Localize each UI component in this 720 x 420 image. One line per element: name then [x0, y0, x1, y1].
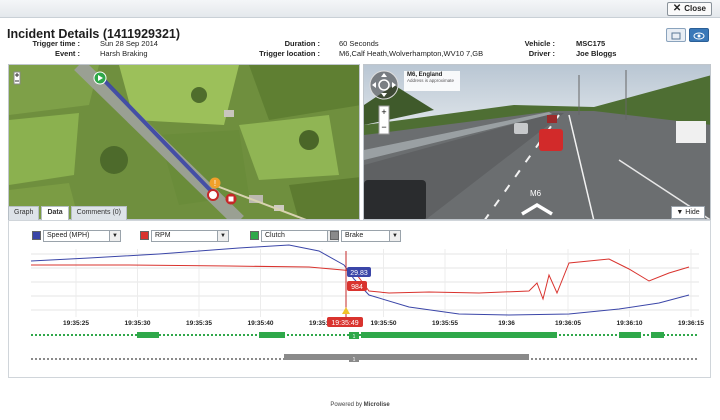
time-tick-label: 19:36:10	[616, 320, 642, 327]
vehicle-value: MSC175	[576, 39, 606, 48]
street-view-button[interactable]	[689, 28, 709, 42]
dropdown-arrow-icon: ▼	[389, 230, 400, 241]
clutch-segment	[361, 332, 557, 338]
time-tick-label: 19:35:50	[370, 320, 396, 327]
speed-value-label: 29.83	[350, 270, 368, 277]
window-titlebar: ✕ Close	[0, 0, 720, 18]
telemetry-chart: 19:35:25 19:35:30 19:35:35 19:35:40 19:35:45…	[30, 244, 704, 363]
clutch-swatch	[250, 231, 259, 240]
navigate-forward-icon[interactable]	[520, 202, 554, 216]
legend-rpm[interactable]: RPM ▼	[140, 229, 229, 242]
brake-marker-label: 1	[353, 357, 356, 363]
road-label: M6	[530, 189, 542, 198]
trigger-time-value: Sun 28 Sep 2014	[100, 39, 158, 48]
trigger-time-label: Trigger time :	[32, 39, 80, 48]
svg-text:−: −	[381, 122, 386, 132]
driver-value: Joe Bloggs	[576, 49, 617, 58]
dropdown-arrow-icon: ▼	[217, 230, 228, 241]
svg-text:!: !	[214, 179, 216, 188]
location-note: Address is approximate	[407, 78, 455, 83]
brake-segment	[284, 354, 529, 360]
incident-marker-icon	[207, 189, 219, 201]
footer-brand: Microlise	[363, 402, 390, 408]
start-marker-icon	[93, 71, 107, 85]
map-icon	[671, 32, 681, 40]
legend-clutch[interactable]: Clutch▼	[250, 229, 339, 242]
chevron-down-icon: ▼	[676, 209, 684, 216]
close-label: Close	[684, 4, 706, 13]
time-tick-label: 19:35:30	[124, 320, 150, 327]
rpm-value-label: 984	[351, 284, 363, 291]
event-label: Event :	[54, 49, 80, 58]
time-tick-label: 19:35:35	[186, 320, 212, 327]
tab-graph[interactable]: Graph	[8, 206, 40, 220]
close-button[interactable]: ✕ Close	[666, 2, 712, 16]
brake-swatch	[330, 231, 339, 240]
speed-select: Speed (MPH)	[47, 232, 90, 239]
trigger-location-value: M6,Calf Heath,Wolverhampton,WV10 7,GB	[339, 49, 484, 58]
footer-prefix: Powered by	[330, 402, 362, 408]
end-marker-icon	[225, 193, 237, 205]
dropdown-arrow-icon: ▼	[109, 230, 120, 241]
clutch-segment	[619, 332, 641, 338]
time-tick-label: 19:35:55	[432, 320, 458, 327]
cursor-time-label: 19:35:49	[331, 320, 358, 327]
time-tick-label: 19:35:25	[63, 320, 89, 327]
time-tick-label: 19:36:05	[555, 320, 581, 327]
time-tick-label: 19:36:15	[678, 320, 704, 327]
telemetry-graph[interactable]: 19:35:25 19:35:30 19:35:35 19:35:40 19:35:45…	[8, 220, 711, 378]
time-tick-label: 19:36	[498, 320, 515, 327]
footer: Powered by Microlise	[0, 402, 720, 408]
brake-select: Brake	[345, 232, 364, 239]
pan-control-icon[interactable]	[368, 69, 400, 101]
svg-text:+: +	[381, 107, 386, 117]
tab-bar: Graph Data Comments (0)	[8, 206, 129, 220]
tab-comments[interactable]: Comments (0)	[70, 206, 127, 220]
speed-swatch	[32, 231, 41, 240]
time-tick-label: 19:35:40	[247, 320, 273, 327]
clutch-select: Clutch	[265, 232, 285, 239]
street-view-panel[interactable]: M6, England Address is approximate + − M6	[363, 64, 711, 220]
vehicle-label: Vehicle :	[524, 39, 555, 48]
location-card: M6, England Address is approximate	[404, 71, 460, 91]
close-icon: ✕	[672, 3, 682, 14]
speed-series-line	[30, 244, 690, 316]
legend-brake[interactable]: Brake ▼	[330, 229, 401, 242]
satellite-map[interactable]: !	[8, 64, 360, 220]
clutch-segment	[259, 332, 285, 338]
satellite-map-image	[9, 65, 359, 219]
rpm-swatch	[140, 231, 149, 240]
legend-speed[interactable]: Speed (MPH) ▼	[32, 229, 121, 242]
duration-value: 60 Seconds	[339, 39, 379, 48]
hide-label: Hide	[685, 209, 700, 216]
driver-label: Driver :	[528, 49, 555, 58]
rpm-select: RPM	[155, 232, 171, 239]
tab-data[interactable]: Data	[41, 206, 69, 220]
hide-button[interactable]: ▼ Hide	[671, 206, 705, 219]
map-zoom-icon[interactable]	[13, 71, 21, 85]
clutch-marker-label: 1	[353, 334, 356, 340]
rpm-series-line	[31, 258, 690, 301]
clutch-segment	[137, 332, 159, 338]
duration-label: Duration :	[284, 39, 320, 48]
zoom-control-icon[interactable]: +−	[378, 105, 390, 135]
trigger-location-label: Trigger location :	[259, 49, 320, 58]
map-view-button[interactable]	[666, 28, 686, 42]
clutch-segment	[651, 332, 664, 338]
eye-icon	[693, 32, 705, 40]
event-value: Harsh Braking	[100, 49, 148, 58]
